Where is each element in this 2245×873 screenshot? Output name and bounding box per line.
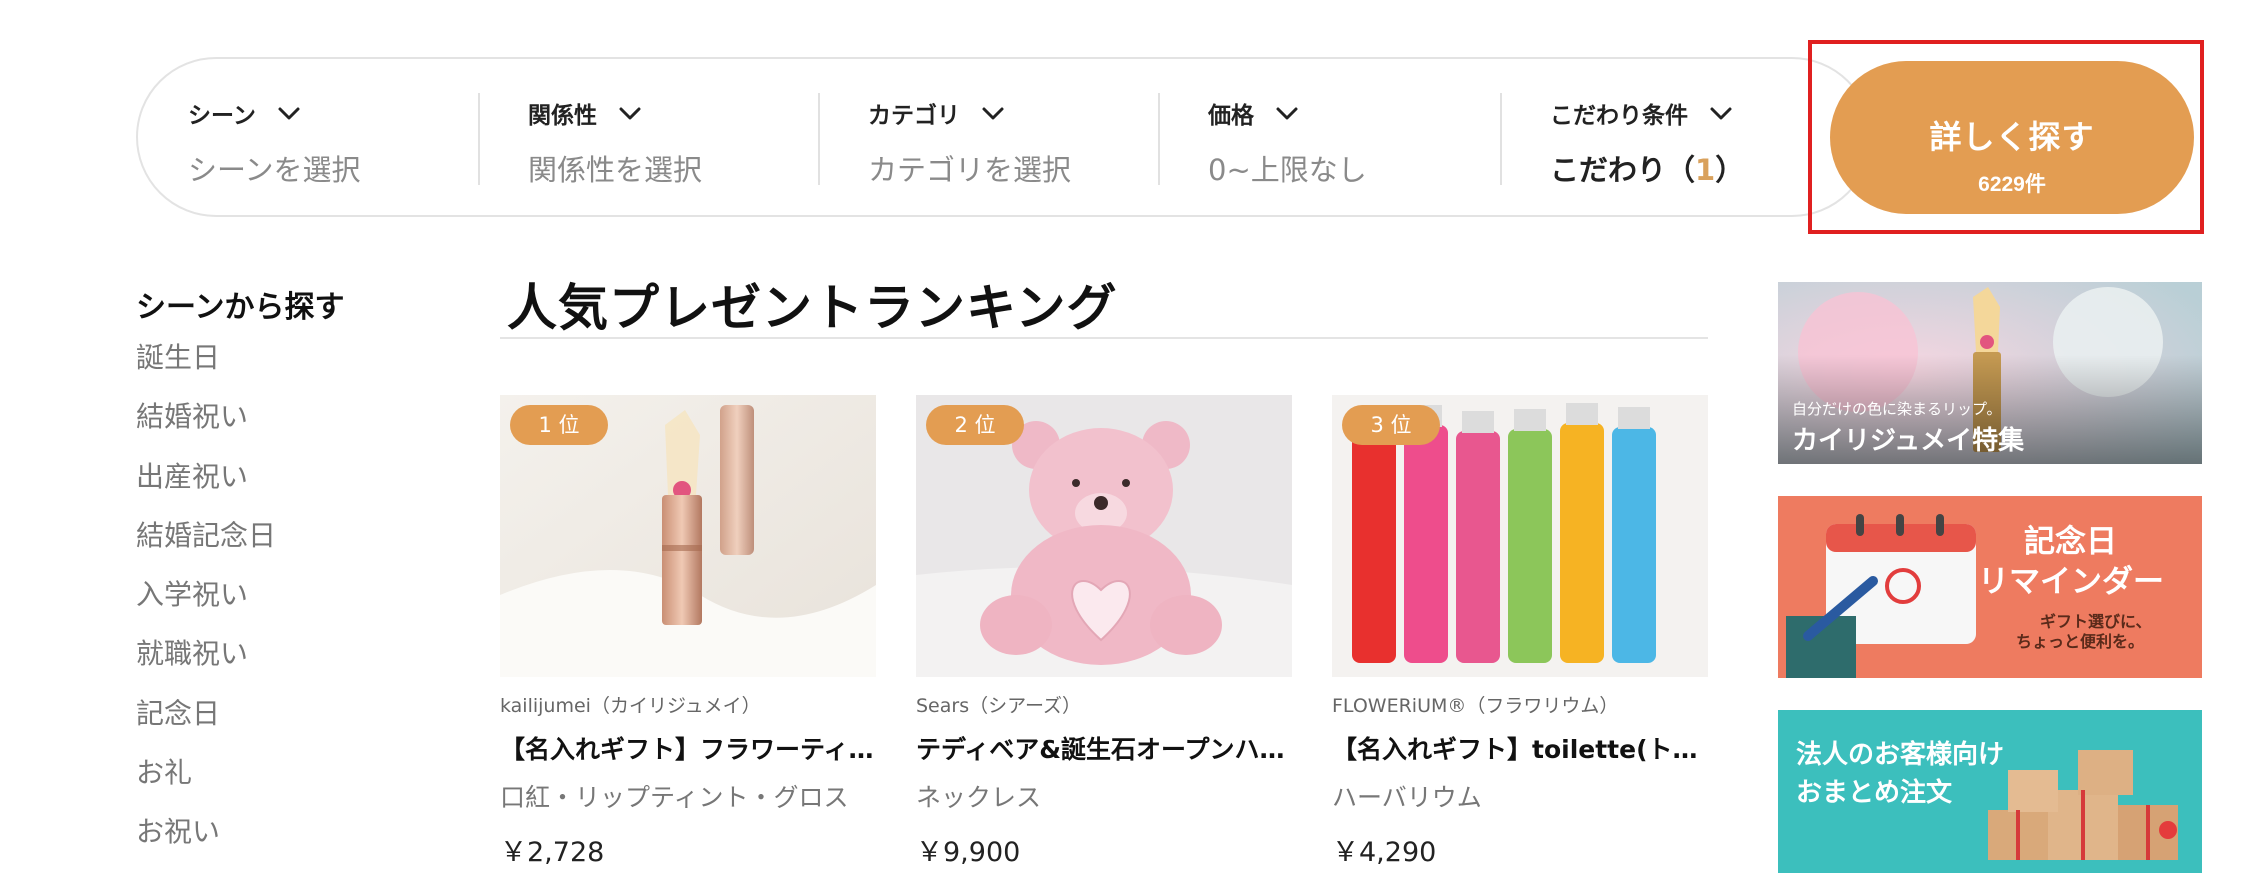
product-card-1[interactable]: 1 位 kailijumei（カイリジュメイ） 【名入れギフト】フラワーティ… … <box>500 395 876 869</box>
filter-category-value: カテゴリを選択 <box>868 153 1072 187</box>
search-result-count: 6229件 <box>1978 172 2046 196</box>
product-name[interactable]: テディベア&誕生石オープンハ… <box>916 730 1292 766</box>
ranking-divider <box>500 337 1708 339</box>
ranking-title: 人気プレゼントランキング <box>507 279 1118 337</box>
scene-item-thanks[interactable]: お礼 <box>136 743 436 802</box>
banner-kailijumei-feature[interactable]: 自分だけの色に染まるリップ。 カイリジュメイ特集 <box>1778 282 2202 464</box>
search-button-label: 詳しく探す <box>1929 118 2095 155</box>
banner-sub-line2: ちょっと便利を。 <box>2016 632 2145 651</box>
product-image-herbarium[interactable]: 3 位 <box>1332 395 1708 677</box>
rank-badge: 3 位 <box>1342 405 1440 445</box>
banner-corporate-orders[interactable]: 法人のお客様向け おまとめ注文 <box>1778 710 2202 873</box>
preferences-count: 1 <box>1695 153 1716 187</box>
filter-divider <box>818 93 820 185</box>
filter-scene[interactable]: シーン シーンを選択 <box>188 93 361 187</box>
scene-list: 誕生日 結婚祝い 出産祝い 結婚記念日 入学祝い 就職祝い 記念日 お礼 お祝い <box>136 328 436 862</box>
product-name[interactable]: 【名入れギフト】フラワーティ… <box>500 730 876 766</box>
scene-item-school-entry[interactable]: 入学祝い <box>136 565 436 624</box>
product-brand[interactable]: kailijumei（カイリジュメイ） <box>500 691 876 718</box>
detailed-search-button[interactable]: 詳しく探す 6229件 <box>1830 61 2194 214</box>
search-filter-bar: シーン シーンを選択 関係性 関係性を選択 カテゴリ カテゴリを選択 価格 0~… <box>136 57 1872 217</box>
banner-title-line1: 記念日 <box>2024 524 2117 560</box>
product-image-teddy-bear[interactable]: 2 位 <box>916 395 1292 677</box>
scene-item-birth[interactable]: 出産祝い <box>136 447 436 506</box>
scene-sidebar: シーンから探す 誕生日 結婚祝い 出産祝い 結婚記念日 入学祝い 就職祝い 記念… <box>136 282 436 862</box>
scene-item-wedding[interactable]: 結婚祝い <box>136 387 436 446</box>
filter-scene-value: シーンを選択 <box>188 153 361 187</box>
filter-relationship[interactable]: 関係性 関係性を選択 <box>528 93 702 187</box>
filter-divider <box>1500 93 1502 185</box>
scene-item-celebration[interactable]: お祝い <box>136 802 436 861</box>
product-price: ￥2,728 <box>500 837 605 868</box>
scene-item-birthday[interactable]: 誕生日 <box>136 328 436 387</box>
scene-item-new-job[interactable]: 就職祝い <box>136 624 436 683</box>
scene-sidebar-heading: シーンから探す <box>136 290 345 325</box>
filter-preferences[interactable]: こだわり条件 こだわり（1） <box>1550 93 1744 187</box>
product-image-lip-tint[interactable]: 1 位 <box>500 395 876 677</box>
banner-anniversary-reminder[interactable]: 記念日 リマインダー ギフト選びに、 ちょっと便利を。 <box>1778 496 2202 678</box>
banner-title-line2: リマインダー <box>1978 564 2164 600</box>
banner-title-line2: おまとめ注文 <box>1796 778 1953 808</box>
product-category: ハーバリウム <box>1332 783 1482 812</box>
chevron-down-icon <box>1274 100 1300 126</box>
banner-title: カイリジュメイ特集 <box>1792 426 2025 456</box>
filter-divider <box>478 93 480 185</box>
product-price: ￥9,900 <box>916 837 1021 868</box>
filter-category[interactable]: カテゴリ カテゴリを選択 <box>868 93 1071 187</box>
filter-price-label: 価格 <box>1208 103 1254 129</box>
filter-price[interactable]: 価格 0~上限なし <box>1208 93 1367 187</box>
rank-badge: 1 位 <box>510 405 608 445</box>
chevron-down-icon <box>617 100 643 126</box>
product-card-3[interactable]: 3 位 FLOWERiUM®（フラワリウム） 【名入れギフト】toilette(… <box>1332 395 1708 869</box>
scene-item-anniversary[interactable]: 記念日 <box>136 684 436 743</box>
product-price: ￥4,290 <box>1332 837 1437 868</box>
filter-scene-label: シーン <box>188 103 256 129</box>
chevron-down-icon <box>1708 100 1734 126</box>
filter-category-label: カテゴリ <box>868 103 960 129</box>
filter-price-value: 0~上限なし <box>1208 153 1367 187</box>
product-card-2[interactable]: 2 位 Sears（シアーズ） テディベア&誕生石オープンハ… ネックレス ￥9… <box>916 395 1292 869</box>
product-brand[interactable]: Sears（シアーズ） <box>916 691 1292 718</box>
product-category: 口紅・リップティント・グロス <box>500 783 849 812</box>
banner-title-line1: 法人のお客様向け <box>1796 740 2005 770</box>
banner-caption: 自分だけの色に染まるリップ。 <box>1792 400 2002 418</box>
filter-preferences-label: こだわり条件 <box>1550 103 1688 129</box>
filter-relationship-value: 関係性を選択 <box>528 153 703 187</box>
rank-badge: 2 位 <box>926 405 1024 445</box>
filter-divider <box>1158 93 1160 185</box>
product-category: ネックレス <box>916 783 1042 812</box>
product-name[interactable]: 【名入れギフト】toilette(トワレ) <box>1332 730 1708 766</box>
scene-item-anniversary-wedding[interactable]: 結婚記念日 <box>136 506 436 565</box>
chevron-down-icon <box>980 100 1006 126</box>
filter-preferences-value: こだわり（1） <box>1550 153 1745 187</box>
product-brand[interactable]: FLOWERiUM®（フラワリウム） <box>1332 691 1708 718</box>
chevron-down-icon <box>276 100 302 126</box>
filter-relationship-label: 関係性 <box>528 103 597 129</box>
